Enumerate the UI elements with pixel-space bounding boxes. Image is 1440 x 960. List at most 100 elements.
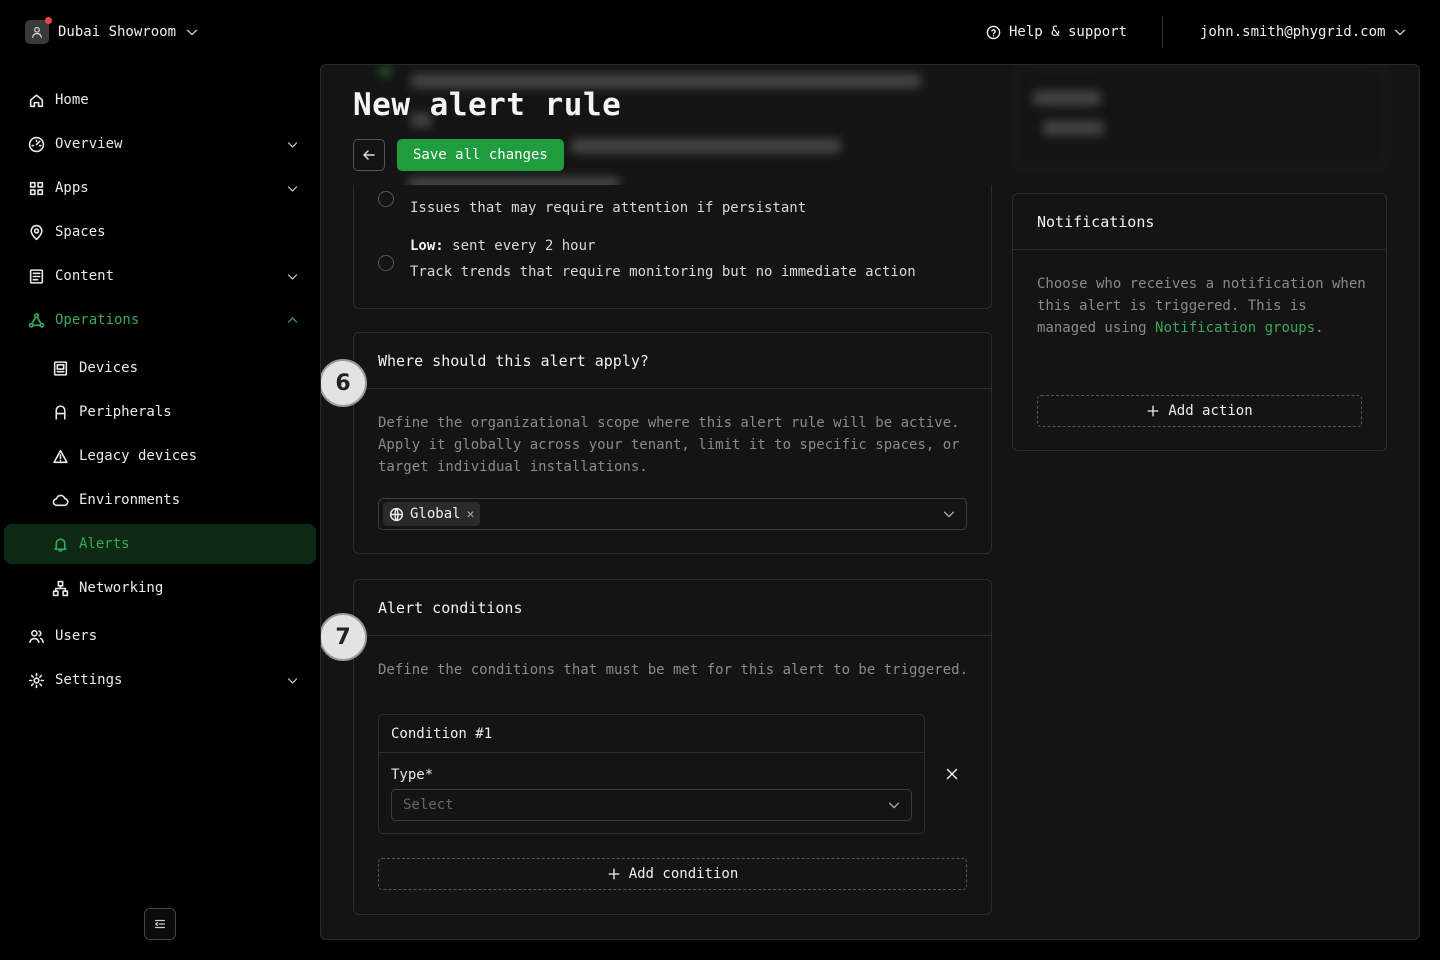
chevron-down-icon [888, 802, 900, 809]
workspace-name: Dubai Showroom [58, 24, 177, 40]
scope-select[interactable]: Global ✕ [378, 498, 967, 530]
sidebar-item-label: Peripherals [79, 404, 172, 420]
sidebar-item-users[interactable]: Users [0, 616, 320, 656]
sidebar-item-label: Spaces [55, 224, 106, 240]
users-icon [29, 629, 44, 643]
add-condition-button[interactable]: Add condition [378, 858, 967, 890]
notifications-card: Notifications Choose who receives a noti… [1012, 193, 1387, 451]
chevron-down-icon [186, 29, 198, 36]
close-icon [946, 768, 958, 780]
condition-item: Condition #1 Type* Select [378, 714, 925, 834]
map-pin-icon [30, 224, 43, 240]
sidebar-item-label: Alerts [79, 536, 130, 552]
save-all-changes-button[interactable]: Save all changes [397, 139, 564, 171]
notification-dot [45, 17, 52, 24]
account-email: john.smith@phygrid.com [1200, 24, 1386, 40]
add-condition-label: Add condition [628, 866, 739, 882]
device-icon [53, 360, 68, 376]
page-title: New alert rule [353, 87, 622, 123]
home-icon [29, 93, 44, 107]
sidebar-item-alerts[interactable]: Alerts [4, 524, 316, 564]
sidebar-item-home[interactable]: Home [0, 80, 320, 120]
account-menu[interactable]: john.smith@phygrid.com [1200, 24, 1407, 40]
workspace-switcher[interactable]: Dubai Showroom [25, 17, 199, 44]
chevron-up-icon [287, 316, 298, 323]
sidebar-item-label: Networking [79, 580, 164, 596]
gauge-icon [28, 136, 45, 152]
chip-remove-icon[interactable]: ✕ [467, 507, 475, 522]
collapse-menu-icon [154, 919, 166, 929]
remove-condition-button[interactable] [942, 764, 962, 784]
sidebar-item-content[interactable]: Content [0, 256, 320, 296]
sidebar-item-overview[interactable]: Overview [0, 124, 320, 164]
sidebar-item-networking[interactable]: Networking [0, 568, 320, 608]
plus-icon [1147, 405, 1159, 417]
required-marker: * [424, 767, 434, 783]
chevron-down-icon [287, 185, 298, 192]
add-action-label: Add action [1168, 403, 1253, 419]
bell-icon [54, 537, 67, 552]
workspace-avatar [25, 17, 52, 44]
sidebar-item-settings[interactable]: Settings [0, 660, 320, 700]
sidebar-item-apps[interactable]: Apps [0, 168, 320, 208]
sidebar-item-label: Legacy devices [79, 448, 198, 464]
condition-type-placeholder: Select [403, 797, 454, 813]
notifications-description: Choose who receives a notification when … [1037, 273, 1367, 339]
priority-medium-radio[interactable] [378, 191, 394, 207]
priority-low-label: Low: sent every 2 hour [410, 238, 595, 254]
priority-low-radio[interactable] [378, 255, 394, 271]
peripheral-icon [55, 404, 66, 420]
chevron-down-icon [1395, 29, 1406, 36]
arrow-left-icon [363, 150, 375, 160]
condition-type-label: Type* [391, 767, 433, 783]
plus-icon [608, 868, 620, 880]
sidebar-item-label: Operations [55, 312, 140, 328]
chevron-down-icon [287, 141, 298, 148]
add-action-button[interactable]: Add action [1037, 395, 1362, 427]
notifications-desc-end: . [1315, 320, 1324, 336]
chevron-down-icon [943, 511, 955, 518]
sidebar-item-label: Content [55, 268, 115, 284]
user-icon [31, 26, 43, 38]
main-content: New alert rule Save all changes Issues t… [320, 64, 1420, 940]
conditions-card: Alert conditions Define the conditions t… [353, 579, 992, 915]
priority-medium-description: Issues that may require attention if per… [410, 200, 807, 216]
type-label-text: Type [391, 767, 425, 783]
sidebar-item-label: Overview [55, 136, 123, 152]
conditions-card-title: Alert conditions [354, 580, 991, 636]
priority-low-frequency: sent every 2 hour [452, 238, 596, 254]
sidebar-item-peripherals[interactable]: Peripherals [0, 392, 320, 432]
sidebar-item-operations[interactable]: Operations [0, 300, 320, 340]
conditions-description: Define the conditions that must be met f… [378, 662, 969, 678]
scope-card: Where should this alert apply? Define th… [353, 332, 992, 554]
step-badge-7: 7 [321, 613, 367, 661]
scope-card-title: Where should this alert apply? [354, 333, 991, 389]
help-support-link[interactable]: Help & support [986, 24, 1127, 40]
sidebar-item-label: Settings [55, 672, 123, 688]
priority-low-name: Low: [410, 238, 444, 254]
cloud-icon [52, 494, 69, 506]
back-button[interactable] [353, 139, 385, 171]
condition-type-select[interactable]: Select [391, 789, 912, 821]
priority-low-description: Track trends that require monitoring but… [410, 264, 916, 280]
condition-title: Condition #1 [379, 715, 924, 753]
sidebar-collapse-button[interactable] [144, 908, 176, 940]
sidebar-item-label: Environments [79, 492, 181, 508]
warning-icon [53, 449, 68, 463]
sidebar-item-spaces[interactable]: Spaces [0, 212, 320, 252]
notification-groups-link[interactable]: Notification groups [1155, 320, 1315, 336]
operations-icon [28, 312, 45, 328]
gear-icon [28, 672, 45, 688]
content-icon [29, 268, 44, 284]
sidebar-item-environments[interactable]: Environments [0, 480, 320, 520]
sidebar-item-legacy-devices[interactable]: Legacy devices [0, 436, 320, 476]
chevron-down-icon [287, 677, 298, 684]
topbar-divider [1162, 16, 1163, 48]
sidebar-item-label: Home [55, 92, 89, 108]
scope-chip-label: Global [410, 506, 461, 522]
sidebar-item-devices[interactable]: Devices [0, 348, 320, 388]
sidebar-item-label: Users [55, 628, 98, 644]
network-icon [52, 580, 69, 596]
step-badge-6: 6 [321, 359, 367, 407]
help-circle-icon [986, 25, 1001, 39]
